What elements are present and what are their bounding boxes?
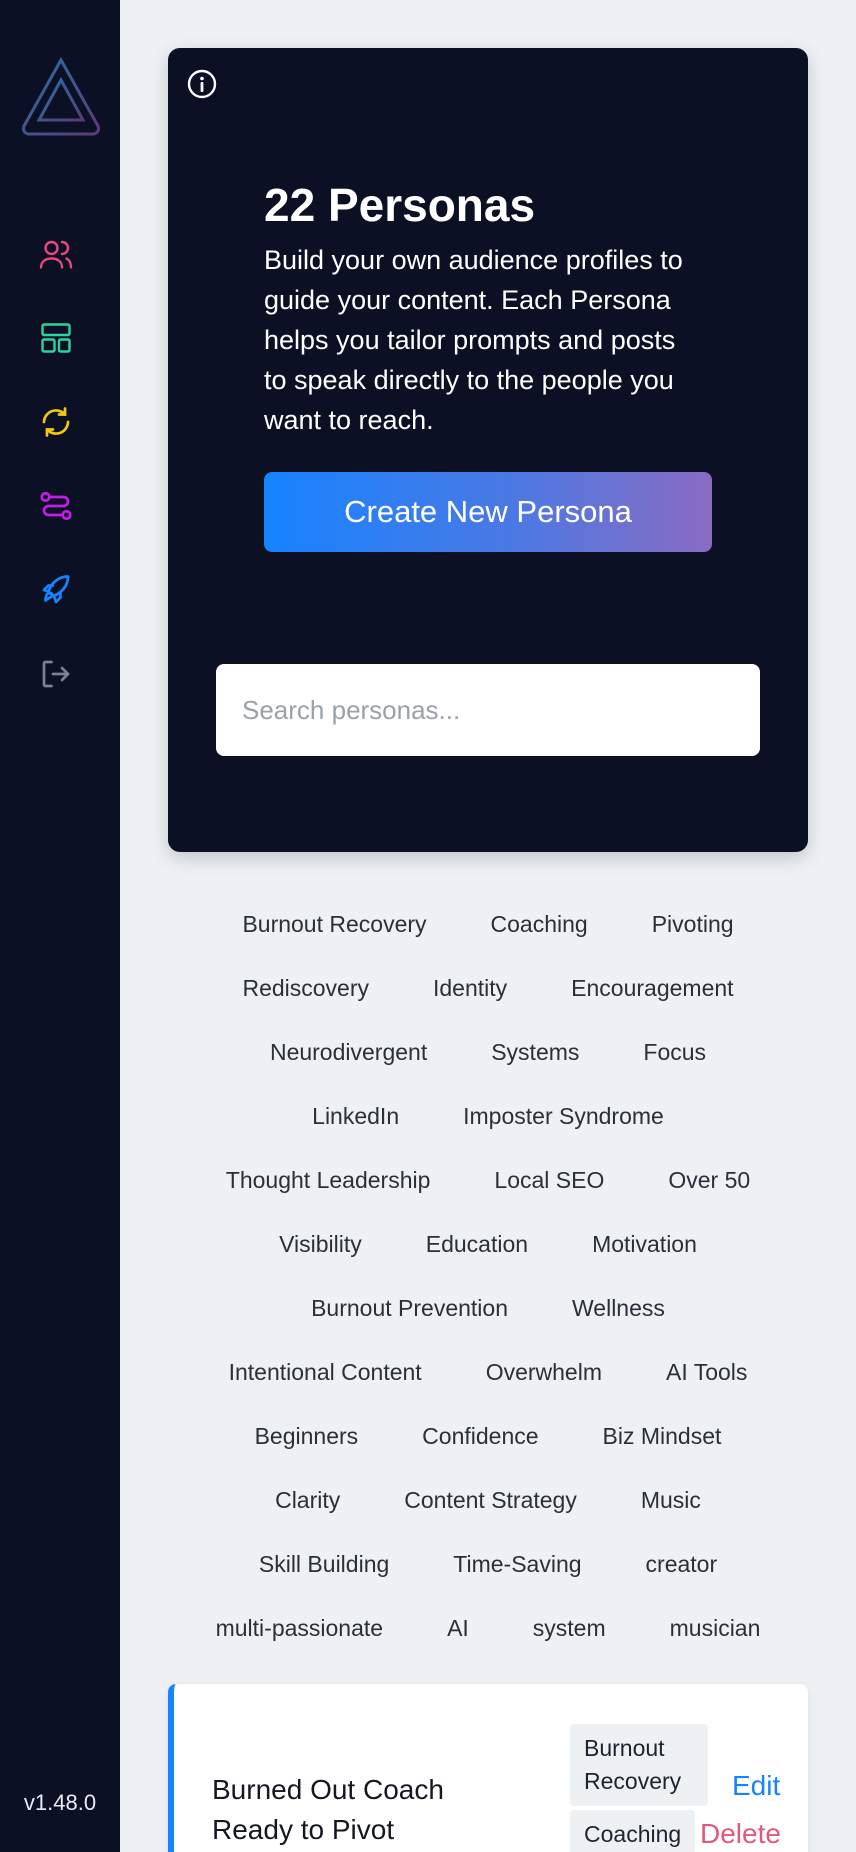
tag-filter-item[interactable]: LinkedIn bbox=[280, 1103, 431, 1130]
tag-filter-item[interactable]: Encouragement bbox=[539, 975, 765, 1002]
tag-filter-item[interactable]: Overwhelm bbox=[454, 1359, 634, 1386]
persona-card[interactable]: Burned Out Coach Ready to Pivot Burnout … bbox=[168, 1684, 808, 1852]
tag-filter-item[interactable]: AI bbox=[415, 1615, 501, 1642]
tag-filter-item[interactable]: Music bbox=[609, 1487, 733, 1514]
tag-row: Thought Leadership Local SEO Over 50 bbox=[168, 1148, 808, 1212]
tag-filter-item[interactable]: multi-passionate bbox=[184, 1615, 415, 1642]
tag-filter-item[interactable]: system bbox=[501, 1615, 638, 1642]
tag-filter-item[interactable]: Neurodivergent bbox=[238, 1039, 459, 1066]
tag-filter-item[interactable]: AI Tools bbox=[634, 1359, 779, 1386]
tag-filter-item[interactable]: Beginners bbox=[223, 1423, 391, 1450]
tag-filter-item[interactable]: Visibility bbox=[247, 1231, 394, 1258]
search-input[interactable] bbox=[216, 664, 760, 756]
delete-button[interactable]: Delete bbox=[700, 1818, 781, 1850]
tag-filter-item[interactable]: Time-Saving bbox=[421, 1551, 613, 1578]
logout-icon[interactable] bbox=[36, 654, 76, 694]
tag-filter-list: Burnout Recovery Coaching Pivoting Rediscov… bbox=[168, 892, 808, 1660]
tag-filter-item[interactable]: Clarity bbox=[243, 1487, 372, 1514]
hero-description: Build your own audience profiles to guid… bbox=[264, 245, 683, 435]
tag-row: LinkedIn Imposter Syndrome bbox=[168, 1084, 808, 1148]
sidebar: v1.48.0 bbox=[0, 0, 120, 1852]
tag-filter-item[interactable]: Pivoting bbox=[620, 911, 766, 938]
tag-filter-item[interactable]: Coaching bbox=[459, 911, 620, 938]
tag-filter-item[interactable]: Wellness bbox=[540, 1295, 697, 1322]
tag-filter-item[interactable]: Education bbox=[394, 1231, 560, 1258]
tag-row: Skill Building Time-Saving creator bbox=[168, 1532, 808, 1596]
tag-row: Burnout Recovery Coaching Pivoting bbox=[168, 892, 808, 956]
tag-filter-item[interactable]: Skill Building bbox=[227, 1551, 421, 1578]
tag-filter-item[interactable]: Burnout Prevention bbox=[279, 1295, 540, 1322]
logo-icon bbox=[22, 56, 100, 136]
persona-hero-panel: 22 Personas Build your own audience prof… bbox=[168, 48, 808, 852]
rocket-icon[interactable] bbox=[36, 570, 76, 610]
tag-row: Neurodivergent Systems Focus bbox=[168, 1020, 808, 1084]
info-icon[interactable] bbox=[186, 68, 218, 100]
persona-tag-chip: Coaching bbox=[570, 1810, 696, 1852]
tag-filter-item[interactable]: creator bbox=[614, 1551, 750, 1578]
refresh-icon[interactable] bbox=[36, 402, 76, 442]
tag-filter-item[interactable]: Systems bbox=[459, 1039, 611, 1066]
tag-row: multi-passionate AI system musician bbox=[168, 1596, 808, 1660]
tag-filter-item[interactable]: Biz Mindset bbox=[571, 1423, 754, 1450]
tag-filter-item[interactable]: Intentional Content bbox=[197, 1359, 454, 1386]
version-label: v1.48.0 bbox=[23, 1790, 97, 1815]
tag-row: Visibility Education Motivation bbox=[168, 1212, 808, 1276]
tag-filter-item[interactable]: Burnout Recovery bbox=[210, 911, 458, 938]
tag-filter-item[interactable]: Over 50 bbox=[636, 1167, 782, 1194]
tag-filter-item[interactable]: Rediscovery bbox=[210, 975, 401, 1002]
users-icon[interactable] bbox=[36, 234, 76, 274]
tag-filter-item[interactable]: Thought Leadership bbox=[194, 1167, 463, 1194]
tag-filter-item[interactable]: Identity bbox=[401, 975, 539, 1002]
tag-filter-item[interactable]: Focus bbox=[611, 1039, 738, 1066]
page-title: 22 Personas bbox=[264, 179, 536, 231]
tag-row: Beginners Confidence Biz Mindset bbox=[168, 1404, 808, 1468]
edit-button[interactable]: Edit bbox=[732, 1770, 780, 1802]
layout-icon[interactable] bbox=[36, 318, 76, 358]
create-persona-button[interactable]: Create New Persona bbox=[264, 472, 712, 552]
tag-filter-item[interactable]: Local SEO bbox=[462, 1167, 636, 1194]
tag-row: Intentional Content Overwhelm AI Tools bbox=[168, 1340, 808, 1404]
tag-row: Clarity Content Strategy Music bbox=[168, 1468, 808, 1532]
tag-row: Burnout Prevention Wellness bbox=[168, 1276, 808, 1340]
tag-filter-item[interactable]: Content Strategy bbox=[372, 1487, 609, 1514]
persona-card-title: Burned Out Coach Ready to Pivot bbox=[212, 1774, 444, 1845]
tag-filter-item[interactable]: musician bbox=[638, 1615, 793, 1642]
persona-tag-chip: Burnout Recovery bbox=[570, 1724, 708, 1806]
route-icon[interactable] bbox=[36, 486, 76, 526]
tag-filter-item[interactable]: Confidence bbox=[390, 1423, 570, 1450]
tag-filter-item[interactable]: Motivation bbox=[560, 1231, 729, 1258]
tag-filter-item[interactable]: Imposter Syndrome bbox=[431, 1103, 696, 1130]
tag-row: Rediscovery Identity Encouragement bbox=[168, 956, 808, 1020]
